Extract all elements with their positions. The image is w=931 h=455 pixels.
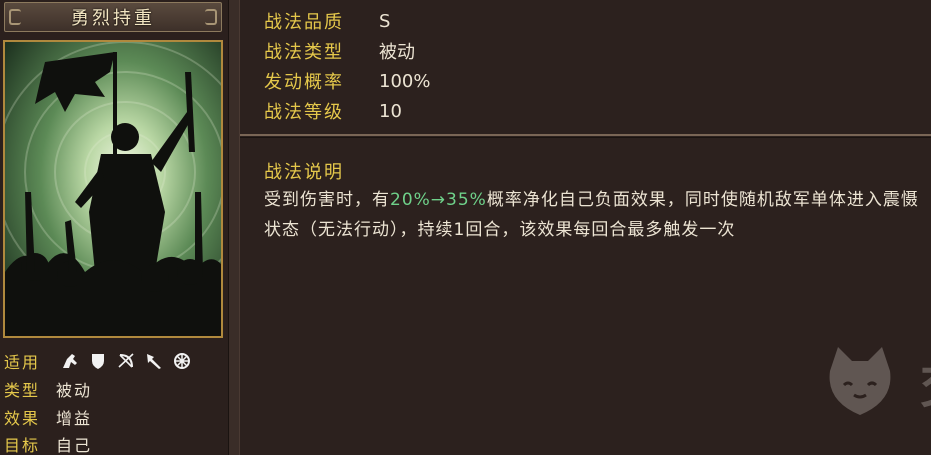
cavalry-icon bbox=[63, 354, 77, 368]
skill-name-plate: 勇烈持重 bbox=[4, 2, 222, 32]
stat-level-label: 战法等级 bbox=[264, 102, 344, 123]
shield-icon bbox=[92, 354, 104, 369]
cat-logo-icon bbox=[829, 347, 891, 415]
skill-name: 勇烈持重 bbox=[71, 8, 155, 29]
panel-divider bbox=[228, 0, 240, 455]
stat-level: 战法等级 10 bbox=[264, 98, 402, 124]
skill-description: 受到伤害时，有20%→35%概率净化自己负面效果，同时使随机敌军单体进入震慑状态… bbox=[264, 185, 924, 245]
skill-detail-panel: 战法品质 S 战法类型 被动 发动概率 100% 战法等级 10 战法说明 受到… bbox=[240, 0, 931, 455]
stat-type: 战法类型 被动 bbox=[264, 38, 415, 64]
effect-row: 效果 增益 bbox=[4, 404, 92, 430]
plate-ornament-right bbox=[205, 9, 217, 25]
stat-quality-value: S bbox=[379, 10, 391, 32]
stat-level-value: 10 bbox=[379, 100, 402, 122]
target-label: 目标 bbox=[4, 436, 41, 455]
type-row: 类型 被动 bbox=[4, 376, 92, 402]
applicable-row: 适用 bbox=[4, 348, 192, 374]
skill-left-panel: 勇烈持重 适用 类型 被动 效果 增益 目标 自己 bbox=[0, 0, 228, 455]
skill-portrait bbox=[3, 40, 223, 338]
section-divider-shadow bbox=[240, 137, 931, 138]
stat-trigger-rate-value: 100% bbox=[379, 70, 431, 92]
bow-icon bbox=[118, 353, 134, 368]
stat-quality-label: 战法品质 bbox=[264, 12, 344, 33]
unit-type-icons bbox=[60, 351, 192, 371]
description-highlight: 20%→35% bbox=[390, 190, 487, 210]
wheel-icon bbox=[174, 353, 190, 369]
description-text-before: 受到伤害时，有 bbox=[264, 190, 390, 210]
applicable-label: 适用 bbox=[4, 353, 41, 372]
warrior-silhouette-image bbox=[5, 42, 221, 336]
effect-label: 效果 bbox=[4, 409, 41, 428]
plate-ornament-left bbox=[9, 9, 21, 25]
target-row: 目标 自己 bbox=[4, 431, 92, 455]
stat-type-value: 被动 bbox=[379, 42, 415, 63]
stat-trigger-rate: 发动概率 100% bbox=[264, 68, 430, 94]
stat-type-label: 战法类型 bbox=[264, 42, 344, 63]
effect-value: 增益 bbox=[56, 409, 93, 428]
description-title: 战法说明 bbox=[264, 162, 344, 183]
section-divider bbox=[240, 134, 931, 136]
stat-trigger-rate-label: 发动概率 bbox=[264, 72, 344, 93]
stat-quality: 战法品质 S bbox=[264, 8, 390, 34]
watermark: 交易猫 bbox=[820, 336, 931, 426]
type-value: 被动 bbox=[56, 381, 93, 400]
target-value: 自己 bbox=[56, 436, 93, 455]
type-label: 类型 bbox=[4, 381, 41, 400]
spear-icon bbox=[147, 354, 161, 369]
watermark-text: 交易猫 bbox=[920, 346, 931, 416]
